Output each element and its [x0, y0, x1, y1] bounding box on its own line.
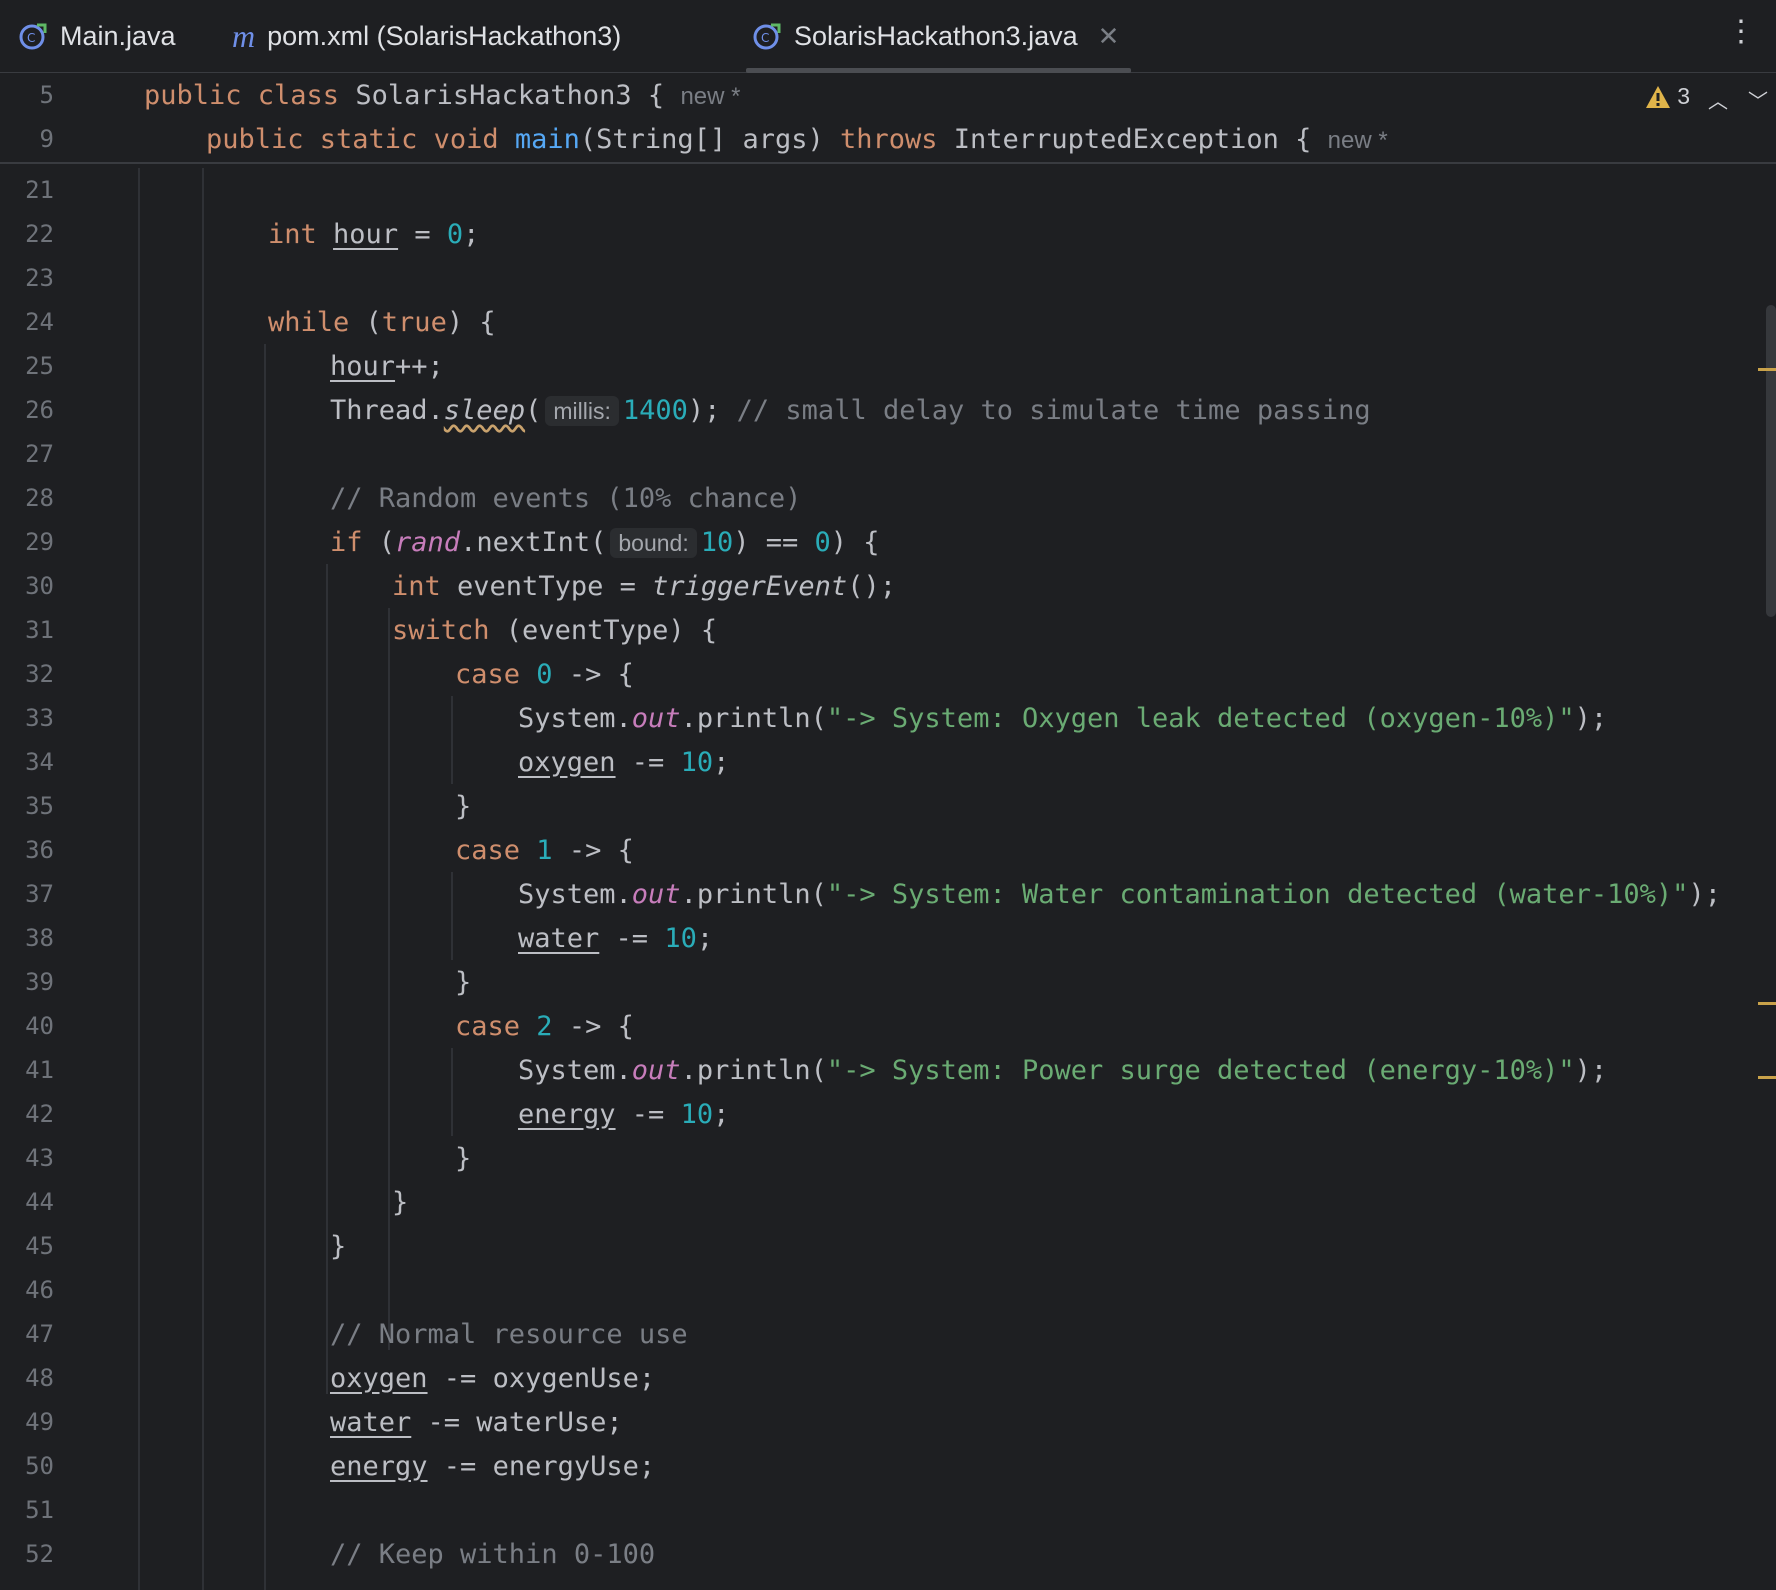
code-area[interactable]: 21 22 23 24 25 26 27 28 29 30 31 32 33 3…	[0, 168, 1776, 1590]
sticky-scope-header: 5 public class SolarisHackathon3 { new *…	[0, 73, 1776, 164]
code-line-31[interactable]: switch (eventType) {	[0, 608, 1776, 652]
line-number: 51	[25, 1496, 54, 1524]
code-line-22[interactable]: int hour = 0;	[0, 212, 1776, 256]
code-line: public class SolarisHackathon3 { new *	[144, 79, 741, 111]
code-line-30[interactable]: int eventType = triggerEvent();	[0, 564, 1776, 608]
more-options-icon[interactable]: ⋮	[1726, 14, 1756, 49]
tab-label: pom.xml (SolarisHackathon3)	[267, 20, 622, 51]
maven-icon: m	[232, 17, 256, 54]
code-line-34[interactable]: oxygen -= 10;	[0, 740, 1776, 784]
line-number: 9	[39, 125, 54, 153]
code-line-45[interactable]: }	[0, 1224, 1776, 1268]
parameter-hint: bound:	[610, 527, 697, 558]
warning-marker[interactable]	[1758, 368, 1776, 371]
svg-text:C: C	[27, 31, 35, 45]
line-number: 46	[25, 1276, 54, 1304]
code-line-48[interactable]: oxygen -= oxygenUse;	[0, 1356, 1776, 1400]
code-line-47[interactable]: // Normal resource use	[0, 1312, 1776, 1356]
tab-solarishackathon3-java[interactable]: C SolarisHackathon3.java ✕	[746, 0, 1132, 73]
code-line-44[interactable]: }	[0, 1180, 1776, 1224]
vertical-scrollbar[interactable]	[1766, 305, 1776, 617]
code-line-25[interactable]: hour++;	[0, 344, 1776, 388]
code-line-39[interactable]: }	[0, 960, 1776, 1004]
code-line-28[interactable]: // Random events (10% chance)	[0, 476, 1776, 520]
code-line-49[interactable]: water -= waterUse;	[0, 1400, 1776, 1444]
code-line-50[interactable]: energy -= energyUse;	[0, 1444, 1776, 1488]
tab-label: Main.java	[60, 20, 176, 51]
code-line-26[interactable]: Thread.sleep(millis: 1400); // small dela…	[0, 388, 1776, 432]
sticky-line-method[interactable]: 9 public static void main(String[] args)…	[0, 117, 1776, 161]
code-line-52[interactable]: // Keep within 0-100	[0, 1532, 1776, 1576]
java-class-icon: C	[752, 21, 782, 51]
tab-label: SolarisHackathon3.java	[794, 20, 1078, 51]
close-icon[interactable]: ✕	[1098, 21, 1120, 52]
code-line-42[interactable]: energy -= 10;	[0, 1092, 1776, 1136]
next-highlight-icon[interactable]: ﹀	[1748, 85, 1768, 114]
code-editor[interactable]: C Main.java m pom.xml (SolarisHackathon3…	[0, 0, 1776, 1590]
inspection-warnings-widget[interactable]: 3	[1645, 83, 1690, 110]
code-line-38[interactable]: water -= 10;	[0, 916, 1776, 960]
previous-highlight-icon[interactable]: ︿	[1708, 85, 1728, 114]
warning-icon	[1646, 85, 1671, 108]
editor-tab-bar: C Main.java m pom.xml (SolarisHackathon3…	[0, 0, 1776, 73]
line-number: 5	[39, 81, 54, 109]
code-line-35[interactable]: }	[0, 784, 1776, 828]
code-line-33[interactable]: System.out.println("-> System: Oxygen le…	[0, 696, 1776, 740]
code-line-24[interactable]: while (true) {	[0, 300, 1776, 344]
code-line-40[interactable]: case 2 -> {	[0, 1004, 1776, 1048]
code-line-29[interactable]: if (rand.nextInt(bound: 10) == 0) {	[0, 520, 1776, 564]
svg-text:C: C	[761, 31, 769, 45]
java-class-icon: C	[18, 21, 48, 51]
code-line-37[interactable]: System.out.println("-> System: Water con…	[0, 872, 1776, 916]
parameter-hint: millis:	[545, 395, 619, 426]
warning-marker[interactable]	[1758, 1002, 1776, 1005]
warning-marker[interactable]	[1758, 1076, 1776, 1079]
code-line-41[interactable]: System.out.println("-> System: Power sur…	[0, 1048, 1776, 1092]
sticky-line-class[interactable]: 5 public class SolarisHackathon3 { new *	[0, 73, 1776, 117]
warning-count: 3	[1677, 83, 1690, 109]
code-line-36[interactable]: case 1 -> {	[0, 828, 1776, 872]
code-line-32[interactable]: case 0 -> {	[0, 652, 1776, 696]
line-number: 21	[25, 176, 54, 204]
line-number: 23	[25, 264, 54, 292]
tab-main-java[interactable]: C Main.java	[18, 0, 176, 72]
line-number: 27	[25, 440, 54, 468]
code-line-43[interactable]: }	[0, 1136, 1776, 1180]
tab-pom-xml[interactable]: m pom.xml (SolarisHackathon3)	[232, 0, 621, 72]
code-line: public static void main(String[] args) t…	[206, 123, 1388, 155]
